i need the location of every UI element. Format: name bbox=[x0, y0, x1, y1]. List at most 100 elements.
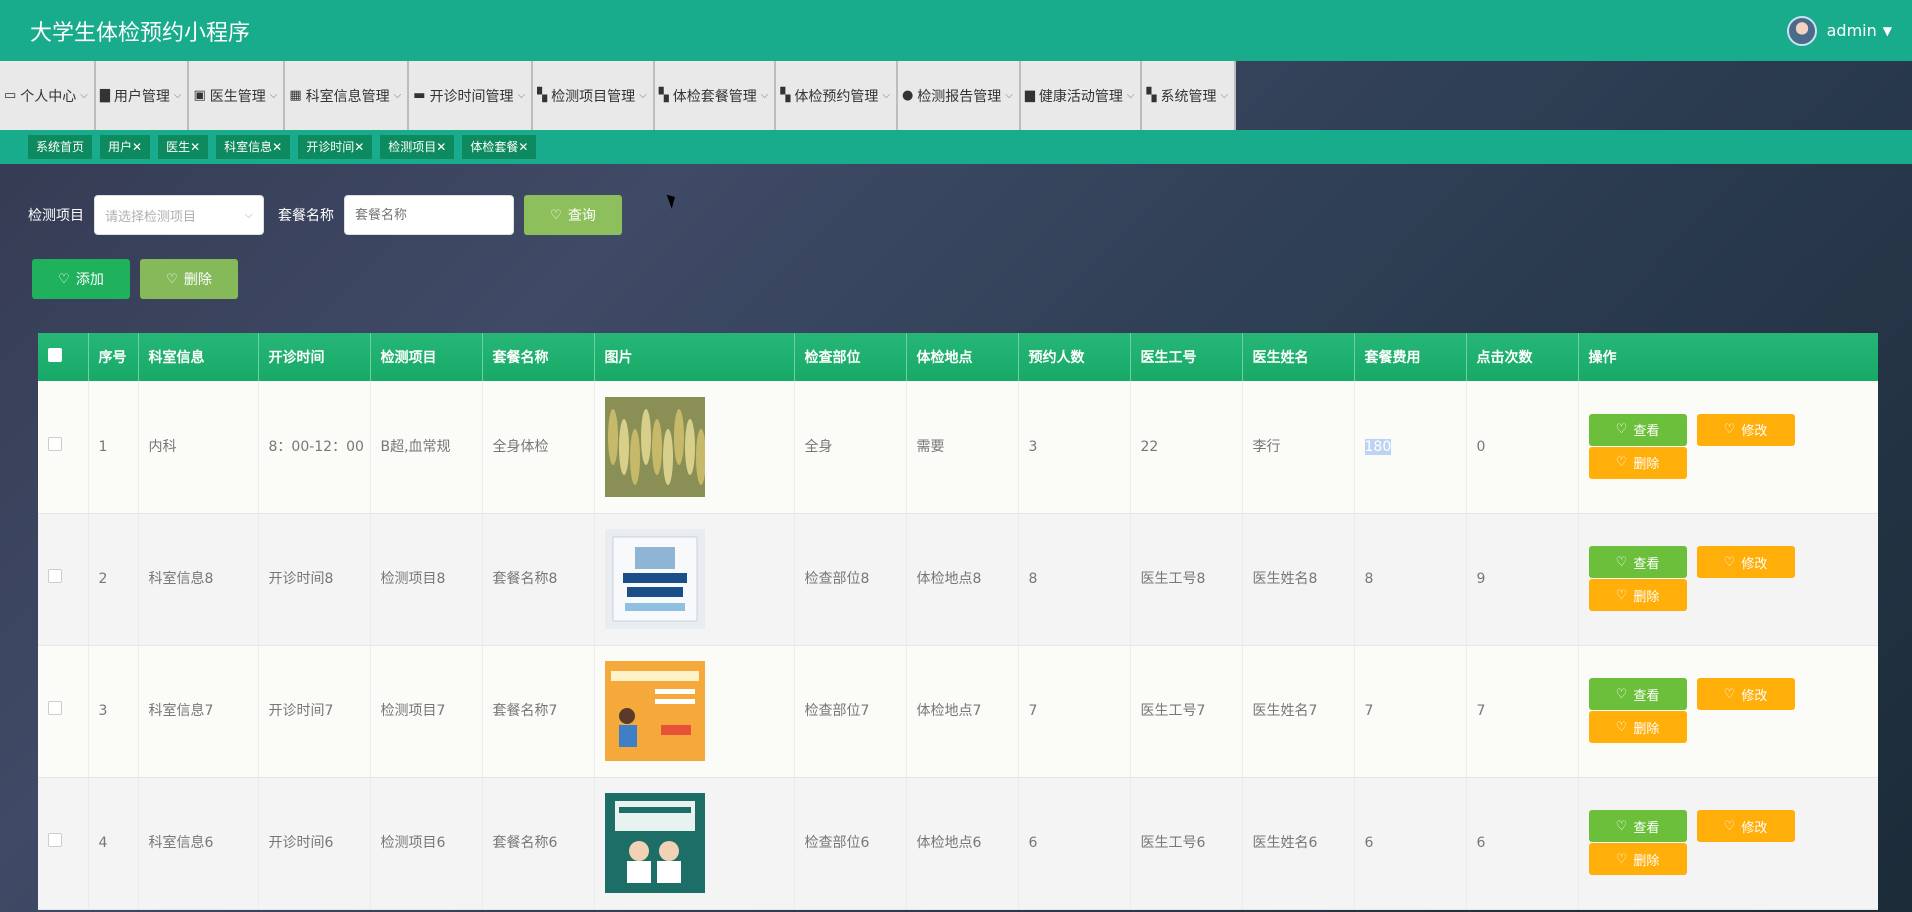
item-select[interactable]: 请选择检测项目 ⌵ bbox=[94, 195, 264, 235]
chevron-down-icon: ⌵ bbox=[1126, 90, 1135, 101]
edit-label: 修改 bbox=[1741, 688, 1768, 704]
menu-item-4[interactable]: ▬ 开诊时间管理 ⌵ bbox=[409, 61, 534, 130]
menu-item-5[interactable]: ▚ 检测项目管理 ⌵ bbox=[533, 61, 655, 130]
table-row: 4 科室信息6 开诊时间6 检测项目6 套餐名称6 检查部位6 体检地点6 6 医生工号6 医生姓… bbox=[38, 777, 1878, 910]
heart-icon: ♡ bbox=[1615, 554, 1628, 570]
menu-item-2[interactable]: ▣ 医生管理 ⌵ bbox=[189, 61, 286, 130]
cell-text: 7 bbox=[1028, 703, 1038, 719]
cell-dept: 科室信息6 bbox=[138, 777, 259, 910]
menu-item-6[interactable]: ▚ 体检套餐管理 ⌵ bbox=[654, 61, 777, 130]
heart-icon: ♡ bbox=[1723, 422, 1736, 438]
row-checkbox[interactable] bbox=[48, 833, 62, 847]
heart-icon: ♡ bbox=[166, 271, 178, 287]
tab-3[interactable]: 科室信息✕ bbox=[216, 135, 291, 159]
edit-button[interactable]: ♡ 修改 bbox=[1696, 678, 1795, 710]
menu-item-1[interactable]: ▇ 用户管理 ⌵ bbox=[95, 61, 190, 130]
menu-item-0[interactable]: ▭ 个人中心 ⌵ bbox=[0, 61, 96, 130]
cell-text: 8：00-12：00 bbox=[268, 438, 364, 455]
cell-text: 1 bbox=[98, 438, 108, 455]
delete-row-button[interactable]: ♡ 删除 bbox=[1588, 843, 1687, 875]
tab-1[interactable]: 用户✕ bbox=[100, 135, 151, 159]
cell-text: 8 bbox=[1364, 571, 1374, 587]
heart-icon: ♡ bbox=[1615, 719, 1628, 735]
cell-part: 检查部位6 bbox=[794, 777, 907, 910]
heart-icon: ♡ bbox=[1615, 818, 1628, 834]
bulk-delete-button[interactable]: ♡ 删除 bbox=[140, 259, 238, 299]
chevron-down-icon: ⌵ bbox=[1220, 90, 1229, 101]
tab-2[interactable]: 医生✕ bbox=[158, 135, 209, 159]
edit-button[interactable]: ♡ 修改 bbox=[1696, 546, 1795, 578]
cell-text: 检查部位8 bbox=[804, 571, 870, 587]
cell-text: 内科 bbox=[148, 438, 177, 455]
add-button[interactable]: ♡ 添加 bbox=[32, 259, 130, 299]
column-header: 医生姓名 bbox=[1242, 333, 1355, 381]
column-header: 预约人数 bbox=[1018, 333, 1131, 381]
row-select-cell[interactable] bbox=[38, 513, 89, 646]
app-title: 大学生体检预约小程序 bbox=[30, 20, 251, 46]
cell-doc_id: 医生工号8 bbox=[1130, 513, 1243, 646]
cell-fee: 6 bbox=[1354, 777, 1467, 910]
table-row: 2 科室信息8 开诊时间8 检测项目8 套餐名称8 检查部位8 体检地点8 8 医生工号8 医生姓… bbox=[38, 513, 1878, 646]
menu-item-9[interactable]: ▆ 健康活动管理 ⌵ bbox=[1020, 61, 1143, 130]
checkup-poster-image bbox=[604, 793, 705, 893]
menu-item-label: 体检预约管理 bbox=[794, 88, 879, 105]
row-checkbox[interactable] bbox=[48, 569, 62, 583]
chevron-down-icon: ⌵ bbox=[80, 90, 88, 101]
cell-text: 医生姓名8 bbox=[1252, 571, 1318, 587]
chevron-down-icon: ⌵ bbox=[173, 90, 182, 101]
row-select-cell[interactable] bbox=[38, 645, 89, 778]
chevron-down-icon: ⌵ bbox=[269, 90, 278, 101]
cell-place: 体检地点7 bbox=[906, 645, 1019, 778]
edit-button[interactable]: ♡ 修改 bbox=[1696, 413, 1795, 446]
menu-item-8[interactable]: ● 检测报告管理 ⌵ bbox=[897, 61, 1021, 130]
heart-icon: ♡ bbox=[1615, 455, 1628, 471]
column-header: 开诊时间 bbox=[258, 333, 371, 381]
row-select-cell[interactable] bbox=[38, 381, 89, 514]
image-cell bbox=[594, 777, 795, 910]
chevron-down-icon: ⌵ bbox=[760, 90, 769, 101]
view-button[interactable]: ♡ 查看 bbox=[1588, 546, 1687, 578]
delete-row-button[interactable]: ♡ 删除 bbox=[1588, 446, 1687, 479]
select-all-cell[interactable] bbox=[38, 333, 89, 381]
delete-row-button[interactable]: ♡ 删除 bbox=[1588, 579, 1687, 611]
cell-place: 体检地点6 bbox=[906, 777, 1019, 910]
query-button[interactable]: ♡ 查询 bbox=[524, 195, 622, 235]
name-search-input[interactable] bbox=[344, 195, 514, 235]
row-checkbox[interactable] bbox=[48, 701, 62, 715]
avatar bbox=[1786, 15, 1817, 46]
edit-label: 修改 bbox=[1741, 556, 1768, 572]
select-all-checkbox[interactable] bbox=[48, 348, 62, 362]
cell-clicks: 9 bbox=[1466, 513, 1579, 646]
user-menu[interactable]: admin ▼ bbox=[1786, 15, 1892, 46]
cell-text: 科室信息8 bbox=[148, 571, 214, 587]
cell-text: 22 bbox=[1140, 438, 1159, 455]
tab-0[interactable]: 系统首页 bbox=[28, 135, 93, 159]
menu-item-7[interactable]: ▚ 体检预约管理 ⌵ bbox=[776, 61, 898, 130]
tab-4[interactable]: 开诊时间✕ bbox=[298, 135, 373, 159]
cell-text: 检测项目8 bbox=[380, 571, 446, 587]
cell-text: 0 bbox=[1476, 438, 1486, 455]
cell-text: 套餐名称8 bbox=[492, 571, 558, 587]
cell-item: B超,血常规 bbox=[370, 381, 483, 514]
tab-5[interactable]: 检测项目✕ bbox=[380, 135, 455, 159]
cell-doc_id: 医生工号6 bbox=[1130, 777, 1243, 910]
view-button[interactable]: ♡ 查看 bbox=[1588, 413, 1687, 446]
menu-item-10[interactable]: ▚ 系统管理 ⌵ bbox=[1142, 61, 1237, 130]
menu-item-3[interactable]: ▦ 科室信息管理 ⌵ bbox=[285, 61, 410, 130]
operations-cell: ♡ 查看 ♡ 修改 ♡ 删除 bbox=[1578, 777, 1878, 910]
tab-6[interactable]: 体检套餐✕ bbox=[462, 135, 537, 159]
data-table: 序号 科室信息 开诊时间 检测项目 套餐名称 图片 检查部位 体检地点 预约人数 医生工号 医生姓名… bbox=[38, 333, 1878, 912]
heart-icon: ♡ bbox=[1723, 554, 1736, 570]
tabs-bar: 系统首页 用户✕ 医生✕ 科室信息✕ 开诊时间✕ 检测项目✕ 体检套餐✕ bbox=[0, 130, 1912, 164]
edit-button[interactable]: ♡ 修改 bbox=[1696, 810, 1795, 842]
row-checkbox[interactable] bbox=[48, 436, 62, 451]
apps-icon: ▚ bbox=[1146, 88, 1157, 103]
row-select-cell[interactable] bbox=[38, 777, 89, 910]
view-button[interactable]: ♡ 查看 bbox=[1588, 810, 1687, 842]
cell-item: 检测项目8 bbox=[370, 513, 483, 646]
query-label: 查询 bbox=[567, 208, 596, 224]
cell-text: 医生工号8 bbox=[1140, 571, 1206, 587]
delete-label: 删除 bbox=[1633, 853, 1660, 869]
delete-row-button[interactable]: ♡ 删除 bbox=[1588, 711, 1687, 743]
view-button[interactable]: ♡ 查看 bbox=[1588, 678, 1687, 710]
